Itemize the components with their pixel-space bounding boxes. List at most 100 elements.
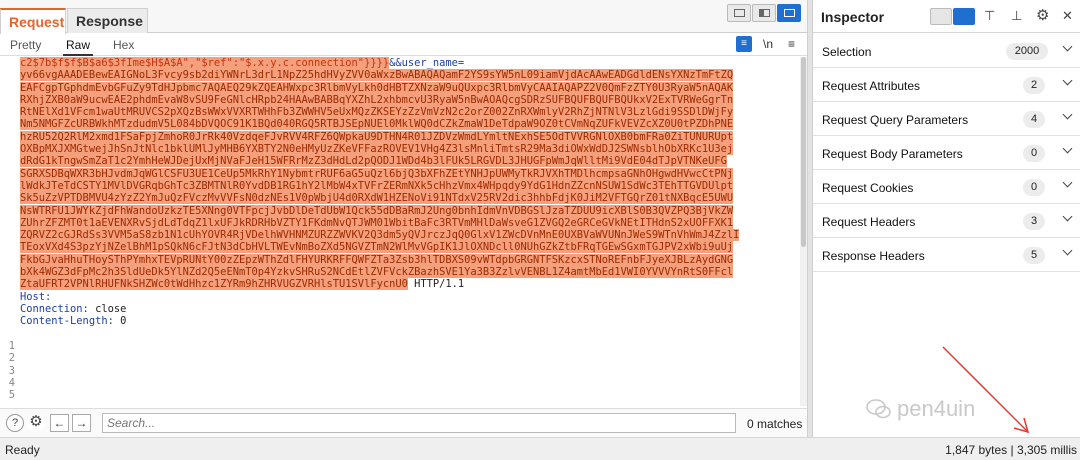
selected-payload-line: EAFCgpTGphdmEvbGFuZy9TdHJpbmc7AQAEQ29kZQ… <box>20 81 734 94</box>
show-newlines-toggle[interactable]: \n <box>763 37 773 51</box>
code-line: RtNElXd1VFcm1waUtMRUVCS2pXQzBsWWxVVXRTWH… <box>20 106 800 119</box>
header-name: Host: <box>20 290 52 303</box>
tab-response[interactable]: Response <box>67 8 148 33</box>
inspector-section-request-cookies[interactable]: Request Cookies 0 <box>813 170 1080 204</box>
code-line: RXhjZXB0aW9ucwEAE2phdmEvaW8vSU9FeGNlcHRp… <box>20 93 800 106</box>
line-number-gutter: 1 2 3 4 5 <box>0 57 17 406</box>
request-panel: Request Response Pretty Raw Hex ≡ \n ≡ 1… <box>0 0 807 437</box>
inspector-section-selection[interactable]: Selection 2000 <box>813 34 1080 68</box>
inspector-section-request-query-parameters[interactable]: Request Query Parameters 4 <box>813 102 1080 136</box>
code-line: ZQRVZ2cGJRdSs3VVM5aS8zb1N1cUhYOVR4RjVDel… <box>20 229 800 242</box>
chevron-down-icon[interactable] <box>1063 214 1073 224</box>
selected-payload-line: RXhjZXB0aW9ucwEAE2phdmEvaW8vSU9FeGNlcHRp… <box>20 93 734 106</box>
selected-payload-line: SGRXSDBqWXR3bHJvdmJqWGlCSFU3UE1CeUp5MkRh… <box>20 167 734 180</box>
close-icon[interactable]: ✕ <box>1062 8 1073 24</box>
editor-scrollbar[interactable] <box>800 57 807 406</box>
watermark-text: pen4uin <box>897 396 976 421</box>
chevron-down-icon[interactable] <box>1063 146 1073 156</box>
align-middle-icon[interactable]: ⊥ <box>1011 8 1022 24</box>
code-area[interactable]: c2$7b$f$f$B$a6$3fIme$H$A$A","$ref":"$.x.… <box>20 57 800 352</box>
inspector-title: Inspector <box>821 9 885 25</box>
inspector-section-response-headers[interactable]: Response Headers 5 <box>813 238 1080 272</box>
section-count-badge: 5 <box>1023 247 1045 264</box>
inspector-layout-toggle[interactable] <box>930 8 952 25</box>
selected-payload-line: ZtaUFRT2VPNlRHUFNkSHZWc0tWdHhzc1ZYRm9hZH… <box>20 278 408 291</box>
header-value: close <box>88 302 127 315</box>
gear-icon[interactable]: ⚙ <box>1036 6 1049 24</box>
chevron-down-icon[interactable] <box>1063 44 1073 54</box>
selected-payload-fragment: c2$7b$f$f$B$a6$3fIme$H$A$A","$ref":"$.x.… <box>20 57 390 69</box>
help-icon[interactable]: ? <box>6 414 24 432</box>
view-single-toggle[interactable] <box>777 4 801 22</box>
tab-request[interactable]: Request <box>0 8 66 34</box>
code-line: ZUhrZFZMT0t1aEVENXRvSjdLdTdqZ1lxUFJkRDRH… <box>20 216 800 229</box>
match-count: 0 matches <box>747 417 803 431</box>
code-line: ZtaUFRT2VPNlRHUFNkSHZWc0tWdHhzc1ZYRm9hZH… <box>20 278 800 291</box>
selected-payload-line: Sk5uZzVPTDBMVU4zYzZ2YmJuQzFVczMvVVFsN0dz… <box>20 192 734 205</box>
selected-payload-line: lWdkJTeTdCSTY1MVlDVGRqbGhTc3ZBMTNlR0YvdD… <box>20 179 734 192</box>
section-label: Response Headers <box>822 249 925 263</box>
code-line: Content-Length: 0 <box>20 315 800 327</box>
user-name-param: &&user_name= <box>389 57 465 69</box>
chevron-down-icon[interactable] <box>1063 248 1073 258</box>
request-response-tabs: Request Response <box>0 0 807 34</box>
code-line: SGRXSDBqWXR3bHJvdmJqWGlCSFU3UE1CeUp5MkRh… <box>20 167 800 180</box>
header-name: Content-Length: <box>20 315 114 328</box>
wrap-lines-icon[interactable]: ≡ <box>736 36 752 52</box>
selected-payload-line: ZQRVZ2cGJRdSs3VVM5aS8zb1N1cUhYOVR4RjVDel… <box>20 229 740 242</box>
section-count-badge: 2000 <box>1006 43 1048 60</box>
section-count-badge: 4 <box>1023 111 1045 128</box>
inspector-layout-toggle-active[interactable] <box>953 8 975 25</box>
code-line: Sk5uZzVPTDBMVU4zYzZ2YmJuQzFVczMvVVFsN0dz… <box>20 192 800 205</box>
subtab-pretty[interactable]: Pretty <box>10 38 41 52</box>
code-line: NsWTRFU1JWYkZjdFhWandoUzkzTE5XNng0VTFpcj… <box>20 204 800 217</box>
section-count-badge: 3 <box>1023 213 1045 230</box>
inspector-panel: Inspector ⊤ ⊥ ⚙ ✕ Selection 2000 Request… <box>813 0 1080 437</box>
code-line: yv66vgAAADEBewEAIGNoL3Fvcy9sb2diYWNrL3dr… <box>20 69 800 82</box>
http-version: HTTP/1.1 <box>407 278 465 291</box>
code-line: Nm5NMGFZcURBWkhMTzdudmV5L084bDVQOC91K1BQ… <box>20 118 800 131</box>
hamburger-icon[interactable]: ≡ <box>788 37 795 51</box>
inspector-section-request-attributes[interactable]: Request Attributes 2 <box>813 68 1080 102</box>
inspector-section-request-body-parameters[interactable]: Request Body Parameters 0 <box>813 136 1080 170</box>
view-split-horizontal-toggle[interactable] <box>727 4 751 22</box>
code-line: Connection: close <box>20 303 800 315</box>
code-line: Host: <box>20 291 800 303</box>
selected-payload-line: OXBpMXJXMGtwejJhSnJtNlc1bklUMlJyMHB6YXBT… <box>20 143 734 156</box>
line-number: 4 <box>8 376 15 389</box>
subtab-raw[interactable]: Raw <box>62 38 94 56</box>
selected-payload-line: yv66vgAAADEBewEAIGNoL3Fvcy9sb2diYWNrL3dr… <box>20 69 734 82</box>
code-line: lWdkJTeTdCSTY1MVlDVGRqbGhTc3ZBMTNlR0YvdD… <box>20 179 800 192</box>
selected-payload-line: TEoxVXd4S3pzYjNZelBhM1pSQkN6cFJtN3dCbHVL… <box>20 241 734 254</box>
selected-payload-line: bXk4WGZ3dFpMc2h3SldUeDk5YlNZd2Q5eENmT0p4… <box>20 266 734 279</box>
subtab-hex[interactable]: Hex <box>113 38 134 52</box>
code-line: FkbGJvaHhuTHoySThPYmhxTEVpRUNtY00zZEpzWT… <box>20 253 800 266</box>
selected-payload-line: RtNElXd1VFcm1waUtMRUVCS2pXQzBsWWxVVXRTWH… <box>20 106 734 119</box>
section-count-badge: 0 <box>1023 179 1045 196</box>
previous-match-button[interactable]: ← <box>50 414 69 432</box>
chevron-down-icon[interactable] <box>1063 180 1073 190</box>
chevron-down-icon[interactable] <box>1063 78 1073 88</box>
status-ready: Ready <box>5 443 40 457</box>
scrollbar-thumb[interactable] <box>801 57 806 247</box>
section-label: Request Attributes <box>822 79 921 93</box>
search-bar: ? ⚙ ← → 0 matches <box>0 408 807 437</box>
section-count-badge: 0 <box>1023 145 1045 162</box>
next-match-button[interactable]: → <box>72 414 91 432</box>
search-input[interactable] <box>102 413 736 433</box>
selected-payload-line: dRdG1kTngwSmZaT1c2YmhHeWJDejUxMjNVaFJeH1… <box>20 155 727 168</box>
code-line: EAFCgpTGphdmEvbGFuZy9TdHJpbmc7AQAEQ29kZQ… <box>20 81 800 94</box>
selected-payload-line: FkbGJvaHhuTHoySThPYmhxTEVpRUNtY00zZEpzWT… <box>20 253 734 266</box>
code-line: bXk4WGZ3dFpMc2h3SldUeDk5YlNZd2Q5eENmT0p4… <box>20 266 800 279</box>
view-split-vertical-toggle[interactable] <box>752 4 776 22</box>
selected-payload-line: Nm5NMGFZcURBWkhMTzdudmV5L084bDVQOC91K1BQ… <box>20 118 734 131</box>
chevron-down-icon[interactable] <box>1063 112 1073 122</box>
inspector-header: Inspector ⊤ ⊥ ⚙ ✕ <box>813 0 1080 33</box>
raw-request-editor[interactable]: 1 2 3 4 5 c2$7b$f$f$B$a6$3fIme$H$A$A","$… <box>0 57 800 406</box>
inspector-section-request-headers[interactable]: Request Headers 3 <box>813 204 1080 238</box>
wechat-logo-icon <box>866 399 891 419</box>
gear-icon[interactable]: ⚙ <box>27 414 45 432</box>
align-top-icon[interactable]: ⊤ <box>984 8 995 24</box>
